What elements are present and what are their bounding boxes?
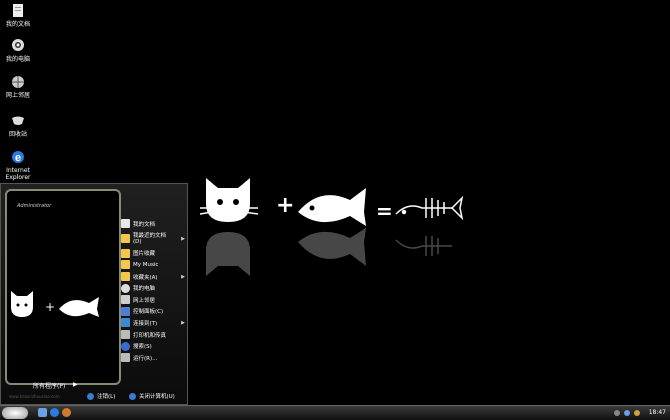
arrow-right-icon: ▶ — [181, 273, 185, 280]
user-name: Administrator — [17, 203, 52, 209]
desktop-icon-internet-explorer[interactable]: e Internet Explorer — [2, 148, 34, 181]
menu-item-label: 我的电脑 — [133, 286, 156, 293]
menu-item-my-music[interactable]: My Music — [121, 259, 187, 271]
arrow-right-icon: ▶ — [73, 381, 78, 388]
menu-item-label: 我的文档 — [133, 221, 156, 228]
network-icon — [121, 295, 130, 305]
menu-item-network[interactable]: 网上邻居 — [121, 294, 187, 306]
menu-item-label: 运行(R)... — [133, 355, 158, 362]
svg-text:+: + — [45, 300, 55, 314]
menu-item-my-documents[interactable]: 我的文档 — [121, 218, 187, 230]
printer-icon — [121, 330, 130, 340]
desktop-icon-label: 回收站 — [8, 131, 27, 138]
pictures-icon — [121, 248, 130, 258]
plus-sign: + — [276, 193, 294, 218]
computer-icon — [121, 283, 130, 293]
menu-item-printers[interactable]: 打印机和传真 — [121, 329, 187, 341]
network-places-icon — [12, 76, 24, 88]
internet-explorer-quicklaunch-icon[interactable] — [50, 408, 59, 417]
desktop-icon-my-computer[interactable]: 我的电脑 — [2, 37, 34, 63]
start-menu: Administrator + 所有程序(P) ▶ 我的文档 我最近的文档 (D… — [0, 183, 188, 405]
power-icon — [129, 392, 136, 400]
start-menu-wallpaper-art: + — [11, 291, 99, 317]
website-url: www.hexonzhouxiao.com — [9, 394, 60, 399]
search-icon — [121, 341, 130, 351]
tray-expand-icon[interactable] — [614, 410, 620, 416]
start-menu-footer: www.hexonzhouxiao.com 注销(L) 关闭计算机(U) — [1, 388, 187, 404]
clock[interactable]: 18:47 — [649, 409, 666, 416]
equals-sign: = — [376, 199, 393, 223]
recycle-bin-icon — [12, 116, 24, 125]
desktop-icon-label: 网上邻居 — [5, 92, 30, 99]
menu-item-label: 网上邻居 — [133, 297, 156, 304]
music-icon — [121, 260, 130, 270]
menu-item-label: 收藏夹(A) — [133, 274, 158, 281]
menu-item-label: 打印机和传真 — [133, 332, 167, 339]
my-documents-icon — [13, 4, 23, 17]
volume-tray-icon[interactable] — [634, 410, 640, 416]
menu-item-control-panel[interactable]: 控制面板(C) — [121, 306, 187, 318]
shutdown-label: 关闭计算机(U) — [139, 394, 175, 400]
menu-item-label: 我最近的文档 (D) — [133, 232, 167, 245]
desktop-icon-network[interactable]: 网上邻居 — [2, 73, 34, 99]
logoff-label: 注销(L) — [97, 394, 116, 400]
menu-item-pictures[interactable]: 图片收藏 — [121, 248, 187, 260]
desktop-icon-recycle-bin[interactable]: 回收站 — [2, 112, 34, 138]
network-tray-icon[interactable] — [624, 410, 630, 416]
cat-silhouette — [200, 178, 259, 222]
system-tray: 18:47 — [610, 406, 670, 420]
media-player-icon[interactable] — [62, 408, 71, 417]
menu-item-label: 连接到(T) — [133, 320, 158, 327]
documents-icon — [121, 219, 130, 229]
start-menu-pinned-panel: Administrator + 所有程序(P) ▶ — [5, 189, 121, 390]
fish-bone-outline — [395, 195, 464, 221]
arrow-right-icon: ▶ — [181, 319, 185, 326]
menu-item-label: 控制面板(C) — [133, 309, 164, 316]
show-desktop-icon[interactable] — [38, 408, 47, 417]
start-menu-places: 我的文档 我最近的文档 (D) ▶ 图片收藏 My Music 收藏夹(A) ▶ 我… — [121, 218, 187, 364]
menu-item-search[interactable]: 搜索(S) — [121, 340, 187, 352]
menu-item-my-computer[interactable]: 我的电脑 — [121, 282, 187, 294]
run-icon — [121, 353, 130, 363]
logoff-icon — [87, 392, 94, 400]
internet-explorer-icon: e — [12, 151, 24, 164]
desktop-icon-label: 我的文档 — [5, 21, 30, 28]
svg-text:e: e — [15, 152, 21, 164]
my-computer-icon — [12, 39, 24, 51]
favorites-icon — [121, 272, 130, 282]
shutdown-button[interactable]: 关闭计算机(U) — [129, 392, 175, 400]
control-panel-icon — [121, 306, 130, 316]
menu-item-connect-to[interactable]: 连接到(T) ▶ — [121, 317, 187, 329]
desktop-icon-label: 我的电脑 — [5, 56, 30, 63]
menu-item-label: My Music — [133, 261, 159, 268]
menu-item-label: 图片收藏 — [133, 251, 156, 258]
recent-docs-icon — [121, 234, 130, 244]
menu-item-recent-docs[interactable]: 我最近的文档 (D) ▶ — [121, 230, 187, 248]
desktop-icon-label: Internet Explorer — [5, 167, 31, 181]
menu-item-label: 搜索(S) — [133, 344, 152, 351]
desktop: 我的文档 我的电脑 网上邻居 回收站 e Internet Explorer +… — [0, 0, 670, 405]
menu-item-favorites[interactable]: 收藏夹(A) ▶ — [121, 271, 187, 283]
arrow-right-icon: ▶ — [181, 235, 185, 242]
desktop-icon-my-documents[interactable]: 我的文档 — [2, 2, 34, 28]
fish-silhouette — [298, 188, 366, 226]
connect-icon — [121, 318, 130, 328]
taskbar: 18:47 — [0, 405, 670, 420]
start-button[interactable] — [2, 407, 28, 419]
menu-item-run[interactable]: 运行(R)... — [121, 352, 187, 364]
logoff-button[interactable]: 注销(L) — [87, 392, 115, 400]
wallpaper-cat-fish-bone: + = — [200, 178, 464, 276]
